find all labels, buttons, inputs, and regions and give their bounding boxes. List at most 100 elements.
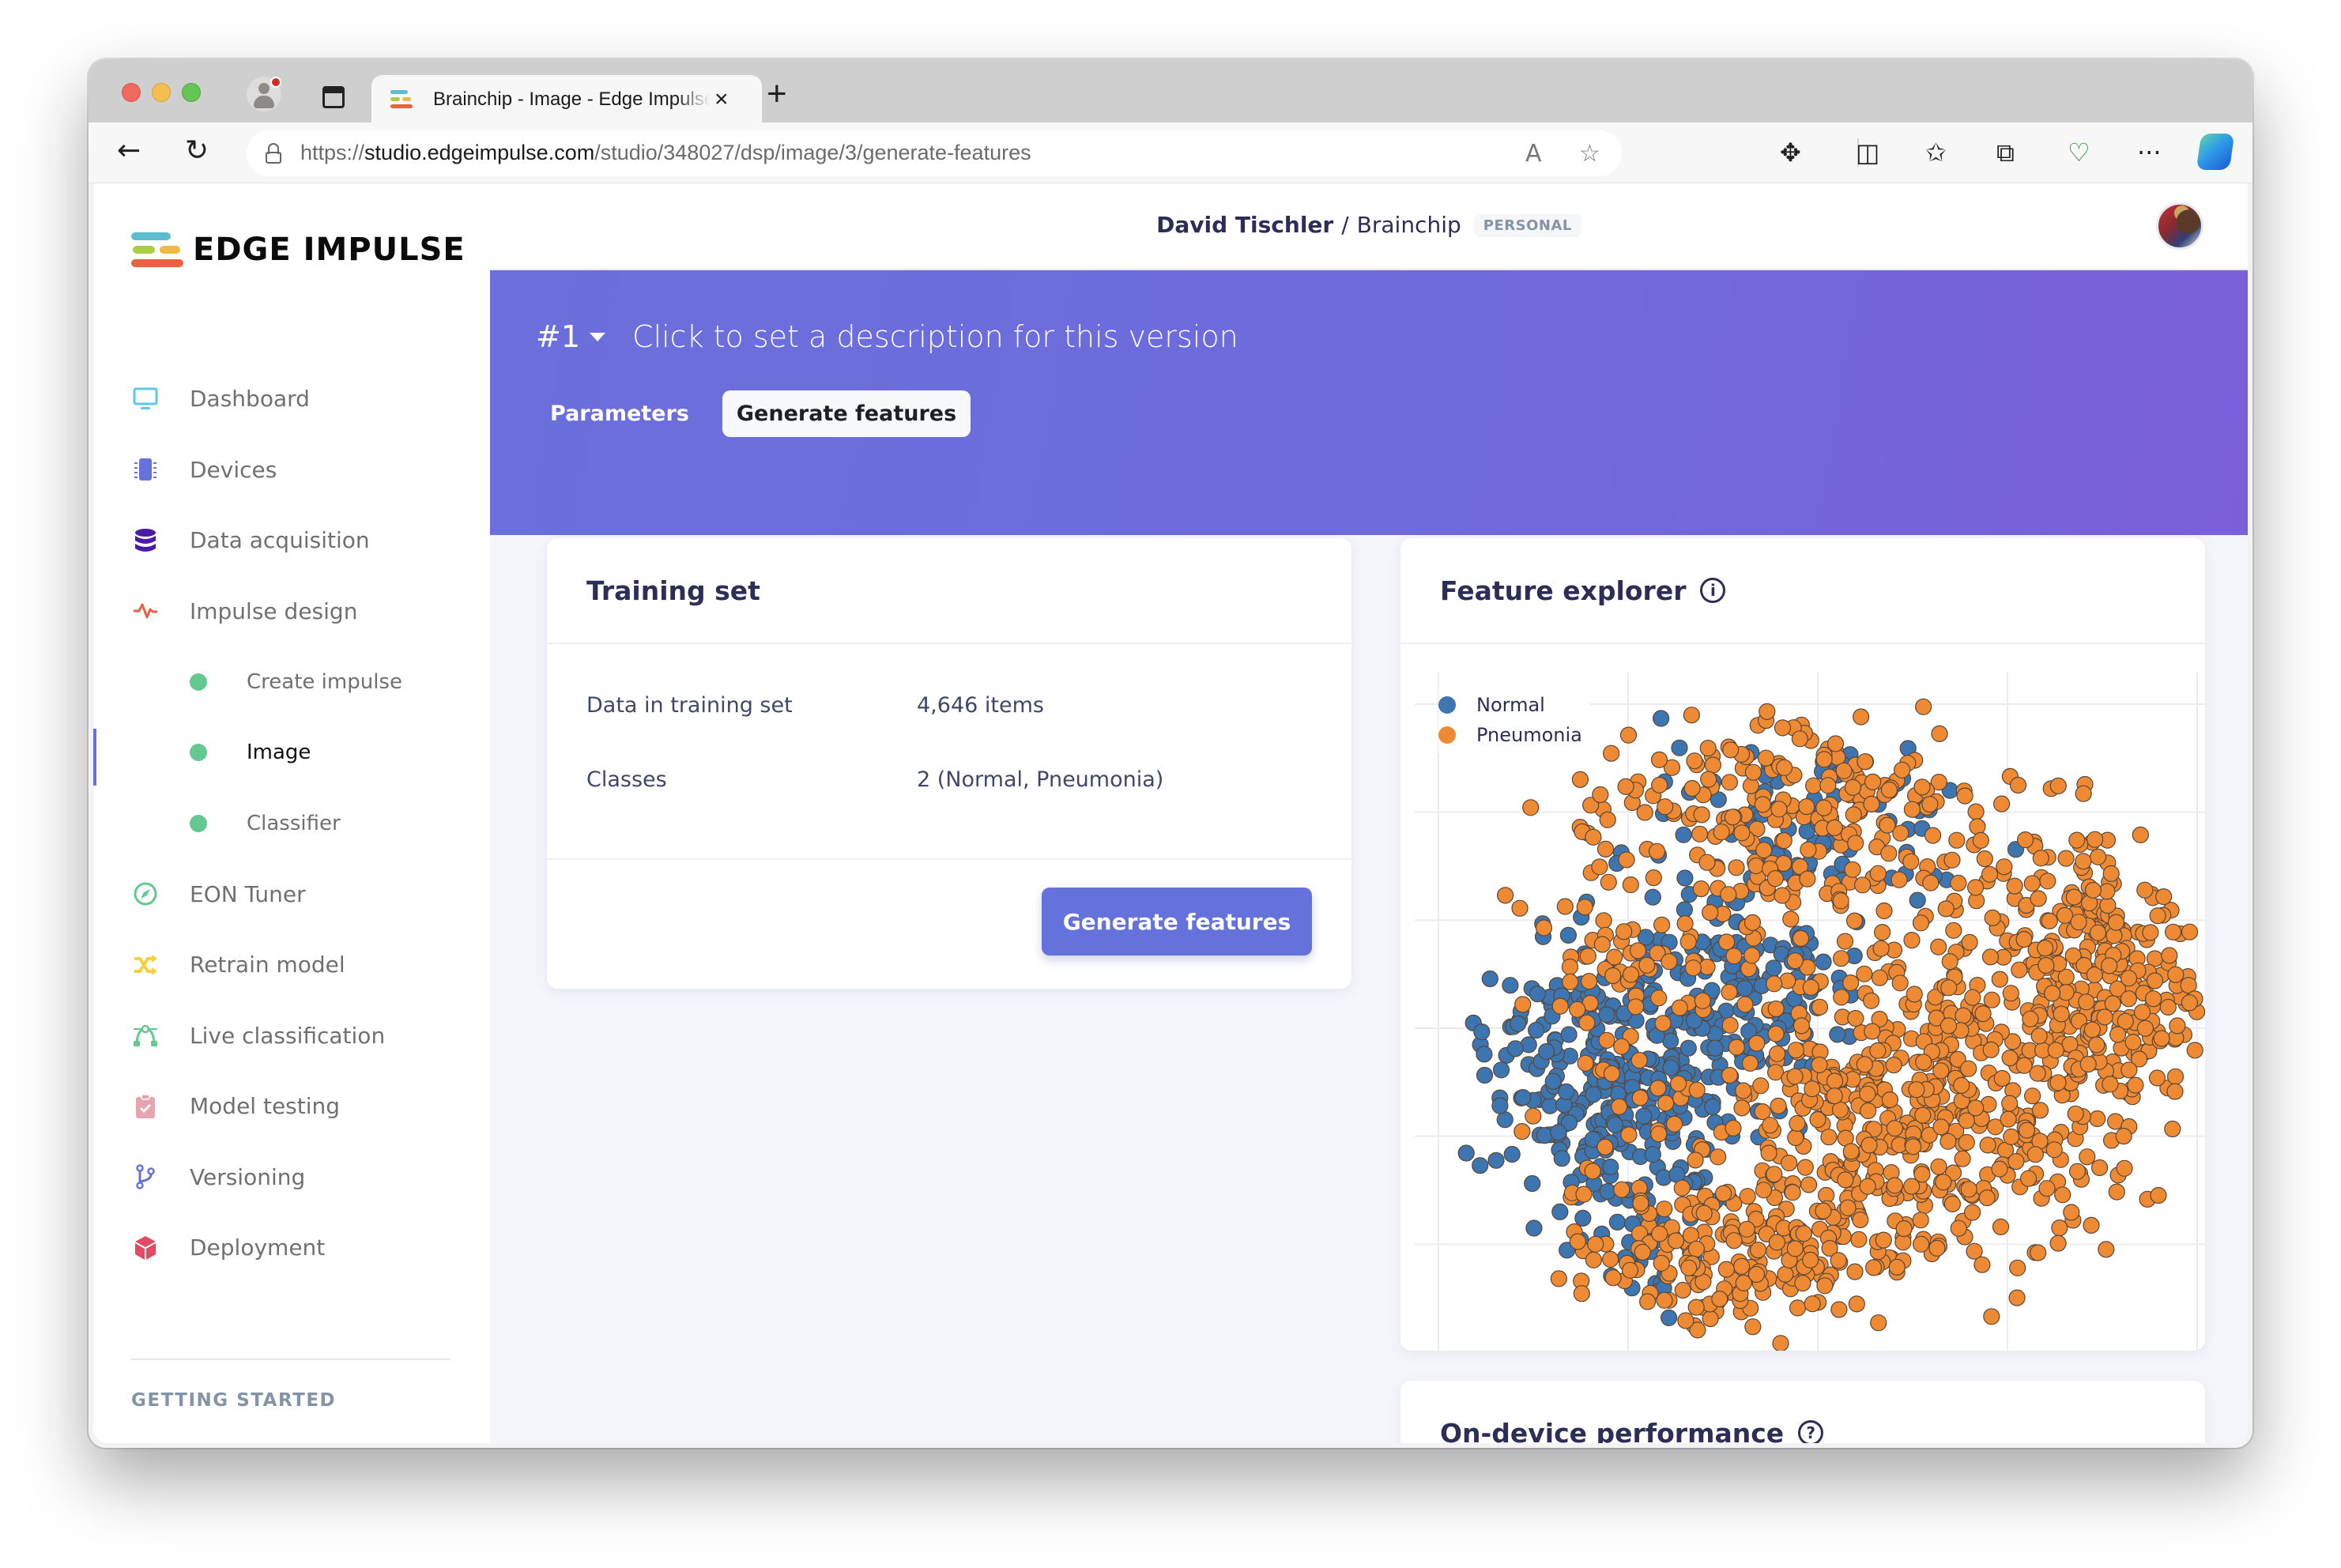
scatter-point-pneumonia[interactable] [2153,1030,2170,1047]
scatter-point-pneumonia[interactable] [1798,798,1815,816]
scatter-point-normal[interactable] [1506,1040,1525,1057]
scatter-point-pneumonia[interactable] [1800,1176,1818,1193]
scatter-point-pneumonia[interactable] [1760,1144,1777,1162]
scatter-point-pneumonia[interactable] [1869,1042,1887,1059]
scatter-point-pneumonia[interactable] [1922,874,1940,891]
help-icon[interactable]: ? [1798,1420,1824,1443]
scatter-point-pneumonia[interactable] [2001,1050,2019,1067]
scatter-point-pneumonia[interactable] [2045,1141,2063,1159]
scatter-point-pneumonia[interactable] [1983,1308,2000,1325]
scatter-point-pneumonia[interactable] [2132,826,2149,843]
scatter-point-pneumonia[interactable] [1956,787,1973,805]
scatter-point-pneumonia[interactable] [2144,990,2162,1008]
scatter-point-pneumonia[interactable] [1862,992,1880,1009]
scatter-point-pneumonia[interactable] [1648,842,1666,860]
scatter-point-pneumonia[interactable] [1885,1056,1902,1074]
scatter-point-pneumonia[interactable] [2006,877,2023,895]
scatter-point-pneumonia[interactable] [1638,956,1656,974]
scatter-point-pneumonia[interactable] [1902,853,1920,870]
scatter-point-pneumonia[interactable] [1794,1274,1811,1292]
scatter-point-pneumonia[interactable] [2030,890,2047,907]
scatter-point-pneumonia[interactable] [1622,876,1639,894]
reload-icon[interactable]: ↻ [185,135,209,167]
scatter-point-pneumonia[interactable] [1973,1256,1991,1273]
scatter-point-pneumonia[interactable] [1744,763,1762,781]
scatter-point-pneumonia[interactable] [1657,798,1674,816]
scatter-point-pneumonia[interactable] [1786,1240,1804,1257]
scatter-point-pneumonia[interactable] [1698,854,1716,871]
scatter-point-pneumonia[interactable] [1886,1177,1904,1194]
scatter-point-pneumonia[interactable] [1671,999,1688,1016]
scatter-point-pneumonia[interactable] [1522,799,1540,816]
scatter-point-pneumonia[interactable] [1634,1243,1651,1261]
scatter-point-pneumonia[interactable] [1871,969,1889,986]
scatter-point-pneumonia[interactable] [1914,1106,1932,1124]
scatter-point-pneumonia[interactable] [1599,811,1616,828]
scatter-point-normal[interactable] [1476,1066,1494,1084]
scatter-point-normal[interactable] [1559,926,1577,944]
scatter-point-pneumonia[interactable] [1775,832,1793,850]
scatter-point-pneumonia[interactable] [2146,972,2164,989]
scatter-point-pneumonia[interactable] [1993,1069,2011,1087]
scatter-point-pneumonia[interactable] [2166,1068,2185,1085]
scatter-point-pneumonia[interactable] [1967,1099,1985,1117]
scatter-point-normal[interactable] [1829,1026,1846,1043]
tab-generate-features[interactable]: Generate features [722,390,971,437]
scatter-point-pneumonia[interactable] [2089,848,2107,865]
scatter-point-pneumonia[interactable] [1903,801,1921,818]
scatter-point-normal[interactable] [1487,1152,1505,1169]
scatter-point-pneumonia[interactable] [2054,1186,2071,1204]
scatter-point-pneumonia[interactable] [1802,1251,1819,1269]
scatter-point-pneumonia[interactable] [1844,778,1862,796]
scatter-point-pneumonia[interactable] [1747,857,1765,875]
scatter-point-pneumonia[interactable] [1656,1291,1673,1309]
scatter-point-pneumonia[interactable] [1704,756,1721,774]
scatter-point-pneumonia[interactable] [2079,1148,2096,1166]
scatter-point-pneumonia[interactable] [1777,1265,1794,1283]
scatter-point-pneumonia[interactable] [1853,876,1872,894]
scatter-point-pneumonia[interactable] [1593,936,1611,953]
scatter-point-pneumonia[interactable] [1846,1263,1864,1280]
scatter-point-pneumonia[interactable] [1619,726,1638,744]
scatter-point-pneumonia[interactable] [2018,1121,2036,1139]
scatter-point-pneumonia[interactable] [2089,924,2107,941]
scatter-point-pneumonia[interactable] [1576,899,1593,916]
scatter-point-pneumonia[interactable] [1869,865,1887,882]
scatter-point-normal[interactable] [1544,1072,1562,1090]
scatter-point-pneumonia[interactable] [1666,1115,1683,1133]
scatter-point-pneumonia[interactable] [1711,1290,1728,1308]
scatter-point-pneumonia[interactable] [1699,739,1717,757]
scatter-point-pneumonia[interactable] [2053,1005,2070,1023]
new-tab-button[interactable]: + [767,77,787,111]
scatter-point-pneumonia[interactable] [1698,958,1716,976]
scatter-point-pneumonia[interactable] [1767,1025,1785,1042]
sidebar-item-devices[interactable]: Devices [93,435,490,506]
scatter-point-normal[interactable] [1602,1158,1619,1176]
scatter-point-pneumonia[interactable] [2149,907,2166,925]
extensions-icon[interactable]: ✥ [1780,137,1801,168]
scatter-point-pneumonia[interactable] [1879,816,1896,834]
scatter-point-pneumonia[interactable] [1802,978,1819,996]
scatter-point-pneumonia[interactable] [1781,1154,1798,1172]
scatter-point-pneumonia[interactable] [2148,1069,2166,1087]
scatter-point-pneumonia[interactable] [2083,1021,2102,1038]
scatter-point-pneumonia[interactable] [2161,947,2178,964]
scatter-point-pneumonia[interactable] [2169,1017,2186,1035]
scatter-point-pneumonia[interactable] [2030,1244,2047,1261]
scatter-point-pneumonia[interactable] [2136,881,2154,899]
scatter-point-pneumonia[interactable] [1676,915,1694,933]
scatter-point-pneumonia[interactable] [1630,1052,1648,1069]
scatter-point-pneumonia[interactable] [2102,1076,2119,1093]
scatter-point-pneumonia[interactable] [1679,933,1697,951]
scatter-point-pneumonia[interactable] [1569,1233,1586,1250]
scatter-point-pneumonia[interactable] [2049,1234,2067,1252]
sidebar-item-image[interactable]: Image [93,718,490,789]
scatter-point-pneumonia[interactable] [1657,1095,1675,1112]
scatter-point-pneumonia[interactable] [2102,865,2120,882]
scatter-point-normal[interactable] [1704,1098,1721,1116]
scatter-point-pneumonia[interactable] [1585,828,1602,846]
scatter-point-pneumonia[interactable] [1928,1239,1946,1257]
scatter-point-pneumonia[interactable] [1815,799,1833,816]
scatter-point-pneumonia[interactable] [1891,871,1908,888]
scatter-point-pneumonia[interactable] [1815,1202,1832,1219]
